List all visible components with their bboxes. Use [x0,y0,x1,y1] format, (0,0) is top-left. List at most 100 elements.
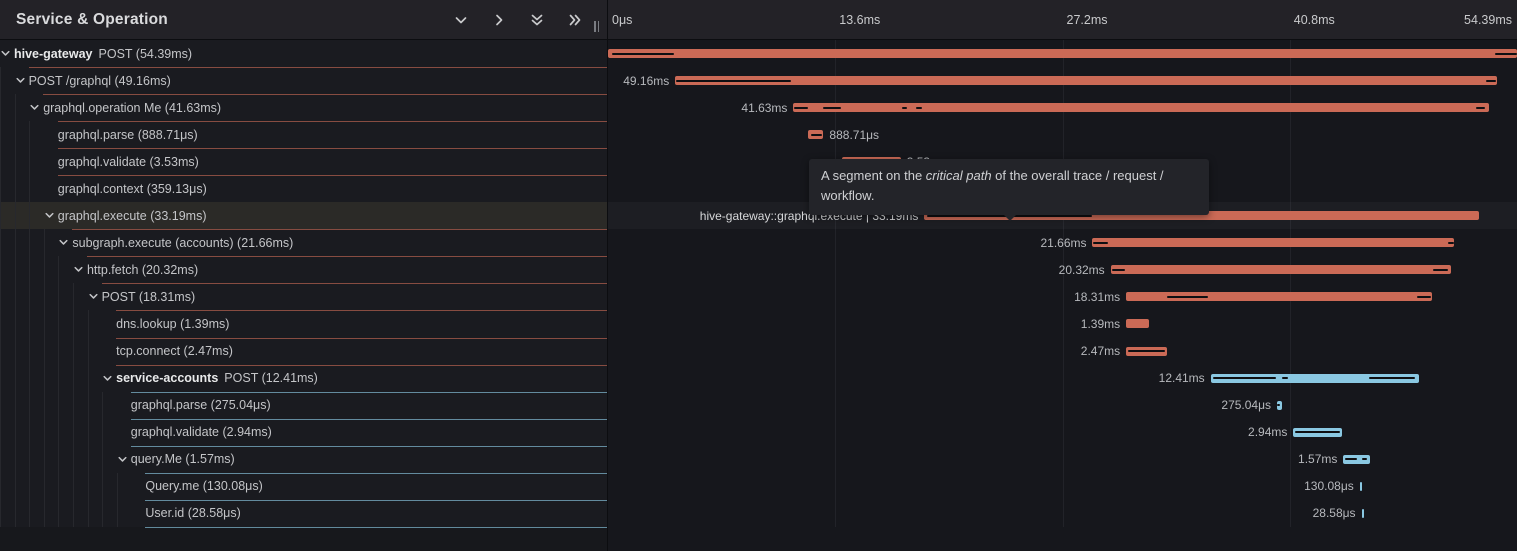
chevron-spacer [44,148,58,175]
timeline-row[interactable]: 1.57ms [608,446,1517,473]
chevron-spacer [102,310,116,337]
row-divider [145,527,607,528]
critical-path-segment [1345,458,1357,460]
span-tree-row[interactable]: Query.me (130.08μs) [0,473,607,500]
indent-guide [73,392,88,419]
indent-guide [0,338,15,365]
chevron-spacer [131,473,145,500]
span-tree-row[interactable]: graphql.validate (2.94ms) [0,419,607,446]
timeline-row[interactable]: 130.08μs [608,473,1517,500]
chevron-down-icon[interactable] [450,9,472,31]
indent-guide [44,256,59,283]
span-name-label: graphql.validate (3.53ms) [58,155,199,169]
critical-path-segment [1495,53,1517,55]
indent-guide [0,94,15,121]
chevron-right-icon[interactable] [488,9,510,31]
span-bar[interactable] [608,49,1517,58]
span-name-label: query.Me (1.57ms) [131,452,235,466]
critical-path-segment [1362,458,1367,460]
critical-path-segment [1282,377,1287,379]
indent-guide [0,121,15,148]
span-tree-row[interactable]: graphql.context (359.13μs) [0,175,607,202]
span-tree-row[interactable]: service-accountsPOST (12.41ms) [0,365,607,392]
span-name-label: graphql.context (359.13μs) [58,182,207,196]
critical-path-segment [1295,431,1340,433]
timeline-row[interactable]: 49.16ms [608,67,1517,94]
timeline-row[interactable]: 18.31ms [608,283,1517,310]
span-duration-label: 41.63ms [741,101,787,115]
indent-guide [58,500,73,527]
collapse-chevron-icon[interactable] [88,283,102,310]
indent-guide [15,392,30,419]
span-duration-label: 20.32ms [1059,263,1105,277]
timeline-row[interactable]: 1.39ms [608,310,1517,337]
double-chevron-right-icon[interactable] [564,9,586,31]
indent-guide [0,67,15,94]
span-tree-row[interactable]: http.fetch (20.32ms) [0,256,607,283]
span-tree-row[interactable]: dns.lookup (1.39ms) [0,310,607,337]
critical-path-segment [612,53,675,55]
span-tree-header: Service & Operation [0,0,607,40]
span-name-label: POST (18.31ms) [102,290,196,304]
span-bar[interactable] [1277,401,1282,410]
timeline-row[interactable]: 21.66ms [608,229,1517,256]
double-chevron-down-icon[interactable] [526,9,548,31]
collapse-chevron-icon[interactable] [58,229,72,256]
span-tree-row[interactable]: POST (18.31ms) [0,283,607,310]
span-bar[interactable] [1362,509,1364,518]
span-tree-row[interactable]: tcp.connect (2.47ms) [0,338,607,365]
collapse-chevron-icon[interactable] [73,256,87,283]
span-bar[interactable] [793,103,1488,112]
timeline-row[interactable]: 28.58μs [608,500,1517,527]
indent-guide [0,446,15,473]
span-tree-row[interactable]: graphql.parse (888.71μs) [0,121,607,148]
indent-guide [29,202,44,229]
indent-guide [29,175,44,202]
timeline-row[interactable]: 20.32ms [608,256,1517,283]
span-bar[interactable] [808,130,823,139]
collapse-chevron-icon[interactable] [102,365,116,392]
span-bar[interactable] [675,76,1497,85]
collapse-chevron-icon[interactable] [117,446,131,473]
span-tree-row[interactable]: hive-gatewayPOST (54.39ms) [0,40,607,67]
span-tree-row[interactable]: graphql.operation Me (41.63ms) [0,94,607,121]
span-name-label: graphql.validate (2.94ms) [131,425,272,439]
span-tree-row[interactable]: graphql.execute (33.19ms) [0,202,607,229]
timeline-row[interactable]: 41.63ms [608,94,1517,121]
critical-path-segment [1433,269,1448,271]
panel-resize-handle[interactable] [594,21,599,32]
indent-guide [15,94,30,121]
timeline-row[interactable]: 888.71μs [608,121,1517,148]
collapse-chevron-icon[interactable] [0,40,14,67]
span-duration-label: 275.04μs [1221,398,1271,412]
timeline-row[interactable]: 12.41ms [608,365,1517,392]
collapse-chevron-icon[interactable] [44,202,58,229]
timeline-row[interactable]: 275.04μs [608,392,1517,419]
span-tree-row[interactable]: POST /graphql (49.16ms) [0,67,607,94]
timeline-row[interactable]: 2.94ms [608,419,1517,446]
span-bar[interactable] [1092,238,1454,247]
indent-guide [44,229,59,256]
span-tree-row[interactable]: subgraph.execute (accounts) (21.66ms) [0,229,607,256]
timeline-row[interactable] [608,40,1517,67]
indent-guide [29,283,44,310]
timeline-row[interactable]: 2.47ms [608,338,1517,365]
collapse-chevron-icon[interactable] [29,94,43,121]
critical-path-segment [1486,80,1496,82]
span-bar[interactable] [1126,292,1431,301]
span-bar[interactable] [1360,482,1362,491]
span-tree-row[interactable]: User.id (28.58μs) [0,500,607,527]
span-bar[interactable] [1126,347,1167,356]
span-tree-row[interactable]: graphql.validate (3.53ms) [0,148,607,175]
span-bar[interactable] [1111,265,1451,274]
indent-guide [88,310,103,337]
span-bar[interactable] [1343,455,1369,464]
span-tree-row[interactable]: graphql.parse (275.04μs) [0,392,607,419]
collapse-chevron-icon[interactable] [15,67,29,94]
indent-guide [0,365,15,392]
span-bar[interactable] [1211,374,1419,383]
span-bar[interactable] [1126,319,1149,328]
span-bar[interactable] [1293,428,1342,437]
span-tree-row[interactable]: query.Me (1.57ms) [0,446,607,473]
indent-guide [0,500,15,527]
